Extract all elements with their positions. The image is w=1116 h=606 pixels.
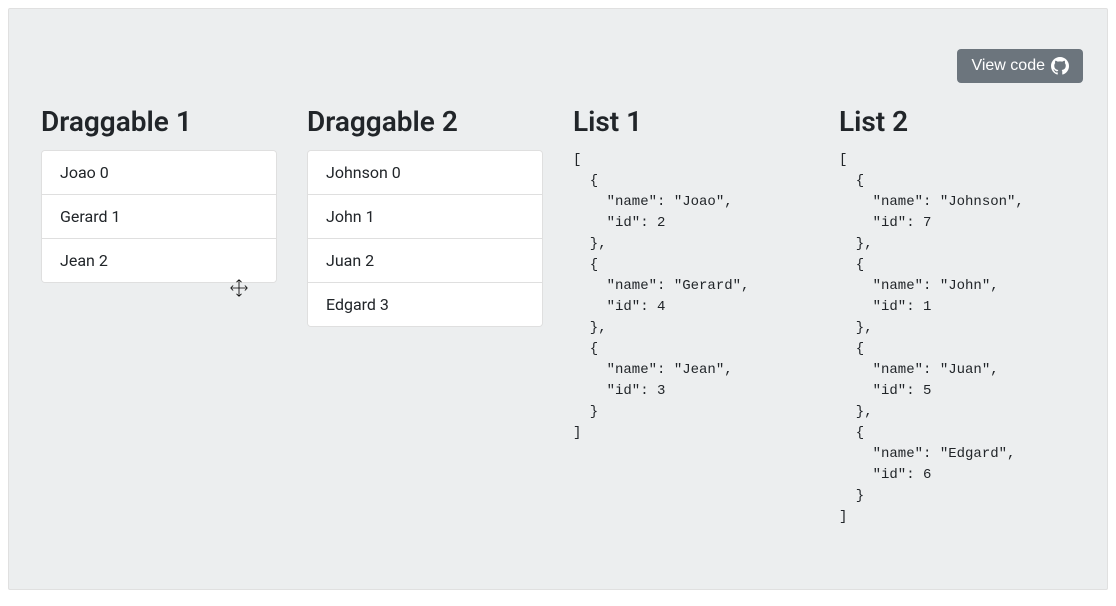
draggable-2-list[interactable]: Johnson 0 John 1 Juan 2 Edgard 3 (307, 150, 543, 327)
list-item[interactable]: Gerard 1 (42, 195, 276, 239)
draggable-2-title: Draggable 2 (307, 105, 543, 138)
github-icon (1051, 57, 1069, 75)
list-2-json: [ { "name": "Johnson", "id": 7 }, { "nam… (839, 150, 1075, 528)
draggable-2-column: Draggable 2 Johnson 0 John 1 Juan 2 Edga… (307, 105, 543, 327)
view-code-label: View code (971, 57, 1045, 75)
draggable-1-column: Draggable 1 Joao 0 Gerard 1 Jean 2 (41, 105, 277, 283)
view-code-button[interactable]: View code (957, 49, 1083, 83)
list-item[interactable]: Jean 2 (42, 239, 276, 282)
list-item[interactable]: Juan 2 (308, 239, 542, 283)
list-2-title: List 2 (839, 105, 1075, 138)
draggable-1-title: Draggable 1 (41, 105, 277, 138)
list-1-column: List 1 [ { "name": "Joao", "id": 2 }, { … (573, 105, 809, 444)
list-item[interactable]: Joao 0 (42, 151, 276, 195)
list-1-json: [ { "name": "Joao", "id": 2 }, { "name":… (573, 150, 809, 444)
list-item[interactable]: John 1 (308, 195, 542, 239)
demo-panel: View code Draggable 1 Joao 0 Gerard 1 Je… (8, 8, 1108, 590)
list-item[interactable]: Edgard 3 (308, 283, 542, 326)
draggable-1-list[interactable]: Joao 0 Gerard 1 Jean 2 (41, 150, 277, 283)
list-item[interactable]: Johnson 0 (308, 151, 542, 195)
list-1-title: List 1 (573, 105, 809, 138)
list-2-column: List 2 [ { "name": "Johnson", "id": 7 },… (839, 105, 1075, 528)
columns-row: Draggable 1 Joao 0 Gerard 1 Jean 2 Dragg… (41, 105, 1075, 528)
